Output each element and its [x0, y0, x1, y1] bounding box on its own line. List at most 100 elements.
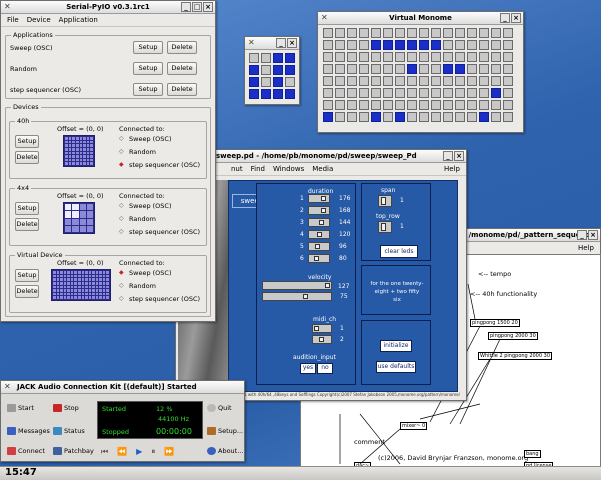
jack-title-bar[interactable]: ✕ JACK Audio Connection Kit [(default)] S… — [1, 381, 244, 394]
virtual-monome-title-bar[interactable]: ✕ Virtual Monome _ × — [318, 12, 523, 25]
play-icon[interactable]: ▶ — [136, 447, 142, 457]
monome-cell[interactable] — [479, 100, 489, 110]
monome-cell[interactable] — [273, 77, 283, 87]
monome-cell[interactable] — [443, 112, 453, 122]
monome-cell[interactable] — [335, 112, 345, 122]
monome-cell[interactable] — [347, 28, 357, 38]
monome-cell[interactable] — [273, 53, 283, 63]
monome-cell[interactable] — [359, 112, 369, 122]
monome-cell[interactable] — [395, 64, 405, 74]
radio-icon[interactable]: ◇ — [119, 215, 124, 222]
monome-cell[interactable] — [323, 100, 333, 110]
monome-cell[interactable] — [273, 65, 283, 75]
monome-cell[interactable] — [371, 88, 381, 98]
monome-cell[interactable] — [479, 112, 489, 122]
monome-cell[interactable] — [273, 89, 283, 99]
duration-slider[interactable] — [308, 242, 330, 251]
monome-cell[interactable] — [431, 88, 441, 98]
monome-cell[interactable] — [491, 64, 501, 74]
pattern-help-menu[interactable]: Help — [578, 244, 594, 252]
device-setup-button[interactable]: Setup — [15, 269, 39, 282]
device-setup-button[interactable]: Setup — [15, 202, 39, 215]
monome-cell[interactable] — [503, 52, 513, 62]
monome-cell[interactable] — [395, 52, 405, 62]
device-delete-button[interactable]: Delete — [15, 285, 39, 298]
monome-cell[interactable] — [467, 100, 477, 110]
monome-cell[interactable] — [383, 100, 393, 110]
close-icon[interactable]: × — [588, 230, 598, 240]
monome-cell[interactable] — [347, 76, 357, 86]
monome-cell[interactable] — [431, 64, 441, 74]
midi-slider-2[interactable] — [312, 335, 332, 344]
monome-cell[interactable] — [261, 65, 271, 75]
monome-cell[interactable] — [249, 89, 259, 99]
radio-icon[interactable]: ◇ — [119, 228, 124, 235]
monome-cell[interactable] — [467, 52, 477, 62]
monome-cell[interactable] — [407, 100, 417, 110]
menu-application[interactable]: Application — [59, 16, 98, 24]
toprow-slider[interactable] — [378, 221, 392, 233]
monome-cell[interactable] — [479, 52, 489, 62]
monome-cell[interactable] — [395, 28, 405, 38]
monome-cell[interactable] — [371, 76, 381, 86]
monome-cell[interactable] — [359, 40, 369, 50]
maximize-button[interactable]: □ — [192, 2, 202, 12]
monome-cell[interactable] — [491, 100, 501, 110]
monome-cell[interactable] — [467, 28, 477, 38]
monome-cell[interactable] — [371, 28, 381, 38]
duration-slider[interactable] — [308, 254, 330, 263]
monome-cell[interactable] — [383, 76, 393, 86]
monome-cell[interactable] — [359, 88, 369, 98]
monome-cell[interactable] — [261, 77, 271, 87]
monome-cell[interactable] — [479, 88, 489, 98]
monome-cell[interactable] — [335, 76, 345, 86]
audition-yes-button[interactable]: yes — [300, 363, 316, 374]
monome-cell[interactable] — [419, 112, 429, 122]
monome-cell[interactable] — [443, 40, 453, 50]
serialpyio-title-bar[interactable]: ✕ Serial-PyIO v0.3.1rc1 _ □ × — [1, 1, 215, 14]
monome-cell[interactable] — [395, 112, 405, 122]
clock[interactable]: 15:47 — [5, 467, 37, 478]
pd-menu-windows[interactable]: Windows — [273, 165, 304, 173]
monome-cell[interactable] — [249, 53, 259, 63]
messages-button[interactable]: Messages — [7, 427, 50, 435]
initialize-button[interactable]: initialize — [380, 340, 412, 352]
monome-cell[interactable] — [249, 65, 259, 75]
app-setup-button[interactable]: Setup — [133, 41, 163, 54]
monome-cell[interactable] — [455, 52, 465, 62]
monome-cell[interactable] — [395, 76, 405, 86]
monome-cell[interactable] — [285, 89, 295, 99]
monome-cell[interactable] — [443, 76, 453, 86]
monome-cell[interactable] — [431, 76, 441, 86]
quit-button[interactable]: Quit — [207, 404, 232, 412]
forward-icon[interactable]: ⏩ — [164, 447, 174, 457]
device-option[interactable]: step sequencer (OSC) — [129, 228, 200, 236]
monome-cell[interactable] — [383, 52, 393, 62]
monome-cell[interactable] — [359, 52, 369, 62]
audition-no-button[interactable]: no — [317, 363, 333, 374]
monome-cell[interactable] — [467, 64, 477, 74]
monome-cell[interactable] — [383, 64, 393, 74]
monome-cell[interactable] — [395, 88, 405, 98]
minimize-button[interactable]: _ — [577, 230, 587, 240]
monome-cell[interactable] — [323, 88, 333, 98]
monome-cell[interactable] — [335, 28, 345, 38]
pd-menu-help[interactable]: Help — [444, 165, 460, 173]
monome-cell[interactable] — [359, 28, 369, 38]
menu-file[interactable]: File — [7, 16, 19, 24]
monome-cell[interactable] — [323, 28, 333, 38]
monome-cell[interactable] — [261, 89, 271, 99]
monome-cell[interactable] — [371, 52, 381, 62]
monome-cell[interactable] — [467, 40, 477, 50]
setup-button[interactable]: Setup... — [207, 427, 243, 435]
about-button[interactable]: About... — [207, 447, 243, 455]
pd-menu-media[interactable]: Media — [312, 165, 333, 173]
monome-cell[interactable] — [467, 88, 477, 98]
pd-menu-find[interactable]: Find — [251, 165, 265, 173]
radio-icon[interactable]: ◇ — [119, 202, 124, 209]
clear-leds-button[interactable]: clear leds — [380, 245, 418, 258]
rewind-icon[interactable]: ⏮ — [101, 447, 108, 457]
monome-cell[interactable] — [491, 52, 501, 62]
minimize-button[interactable]: _ — [443, 151, 453, 161]
monome-cell[interactable] — [455, 100, 465, 110]
